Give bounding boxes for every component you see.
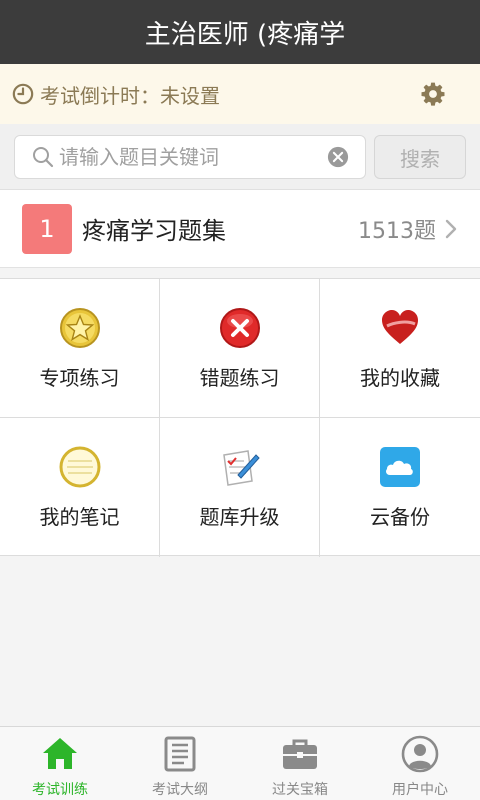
quiz-set-row[interactable]: 1 疼痛学习题集 1513题 (0, 190, 480, 268)
tab-label: 过关宝箱 (272, 782, 328, 798)
search-box[interactable] (14, 135, 366, 179)
countdown-value: 未设置 (160, 83, 220, 108)
tab-user-center[interactable]: 用户中心 (360, 727, 480, 800)
clear-icon[interactable] (327, 146, 349, 168)
tab-label: 考试训练 (32, 782, 88, 798)
bottom-tab-bar: 考试训练 考试大纲 过关宝箱 用户中心 (0, 726, 480, 800)
user-icon (401, 735, 439, 773)
tab-exam-training[interactable]: 考试训练 (0, 727, 120, 800)
search-icon (33, 147, 54, 168)
tab-treasure-box[interactable]: 过关宝箱 (240, 727, 360, 800)
grid-item-label: 错题练习 (199, 365, 280, 390)
chevron-right-icon (445, 219, 457, 238)
grid-item-notes[interactable]: 我的笔记 (0, 418, 160, 557)
gear-icon[interactable] (420, 81, 446, 107)
grid-item-label: 云备份 (370, 505, 430, 529)
grid-item-special-practice[interactable]: 专项练习 (0, 279, 160, 418)
grid-item-label: 题库升级 (199, 505, 280, 529)
home-icon (43, 738, 77, 769)
star-badge-icon (59, 307, 100, 348)
tab-label: 用户中心 (392, 782, 448, 798)
briefcase-icon (283, 739, 317, 769)
outline-doc-icon (164, 736, 196, 772)
feature-grid: 专项练习 错题练习 我的收藏 我的笔记 题库升级 云备份 (0, 278, 480, 557)
app-title-bar: 主治医师 (疼痛学 (0, 0, 480, 64)
grid-item-wrong-practice[interactable]: 错题练习 (160, 279, 320, 418)
tab-label: 考试大纲 (152, 782, 208, 798)
tab-exam-outline[interactable]: 考试大纲 (120, 727, 240, 800)
countdown-label: 考试倒计时： (40, 83, 160, 108)
exam-countdown-bar[interactable]: 考试倒计时： 未设置 (0, 64, 480, 124)
quiz-question-count: 1513题 (358, 218, 436, 244)
search-button[interactable]: 搜索 (374, 135, 466, 179)
page-title: 主治医师 (疼痛学 (144, 19, 346, 50)
grid-item-favorites[interactable]: 我的收藏 (320, 279, 480, 418)
grid-item-cloud-backup[interactable]: 云备份 (320, 418, 480, 557)
grid-item-label: 我的收藏 (360, 365, 440, 390)
clock-icon (12, 83, 34, 105)
grid-item-label: 我的笔记 (39, 505, 120, 529)
heart-icon (382, 309, 418, 344)
cloud-icon (380, 447, 420, 487)
grid-item-upgrade[interactable]: 题库升级 (160, 418, 320, 557)
search-bar: 搜索 (0, 124, 480, 190)
wrong-x-icon (219, 307, 260, 348)
search-input[interactable] (59, 145, 327, 169)
grid-item-label: 专项练习 (39, 365, 120, 390)
quiz-set-title: 疼痛学习题集 (82, 217, 226, 245)
notebook-icon (59, 446, 100, 488)
upgrade-pen-icon (222, 450, 260, 486)
quiz-number-badge: 1 (22, 203, 72, 254)
